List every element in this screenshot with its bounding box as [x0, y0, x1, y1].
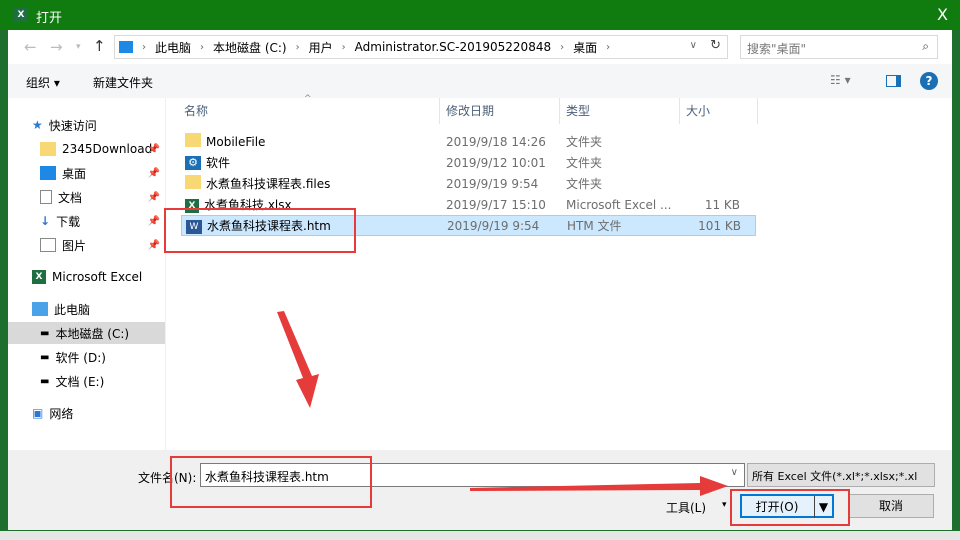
annotation-arrows — [277, 311, 728, 496]
annotation-arrow-down — [277, 311, 319, 408]
annotation-arrow-right — [470, 476, 728, 496]
